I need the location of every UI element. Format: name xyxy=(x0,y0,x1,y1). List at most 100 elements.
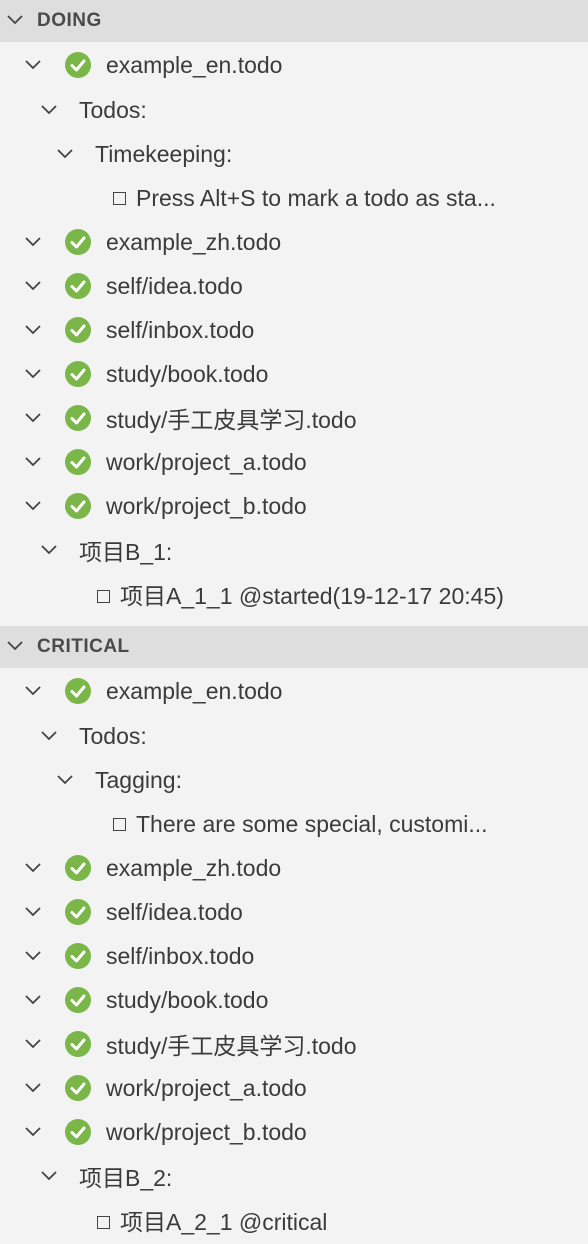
tree-item-file[interactable]: work/project_a.todo xyxy=(0,440,588,484)
check-circle-icon xyxy=(64,1030,92,1058)
check-circle-icon xyxy=(64,942,92,970)
tree-item-file[interactable]: work/project_b.todo xyxy=(0,484,588,528)
chevron-down-icon[interactable] xyxy=(24,367,42,381)
check-circle-icon xyxy=(64,854,92,882)
chevron-down-icon[interactable] xyxy=(24,949,42,963)
chevron-down-icon[interactable] xyxy=(40,543,58,557)
chevron-down-icon[interactable] xyxy=(56,147,74,161)
tree-item-todo[interactable]: 项目A_1_1 @started(19-12-17 20:45) xyxy=(0,572,588,616)
tree-item-project[interactable]: Todos: xyxy=(0,714,588,758)
tree-item-file[interactable]: example_zh.todo xyxy=(0,846,588,890)
chevron-down-icon[interactable] xyxy=(24,235,42,249)
check-circle-icon xyxy=(64,228,92,256)
todo-text: 项目A_2_1 @critical xyxy=(120,1209,328,1235)
file-name: study/book.todo xyxy=(106,360,269,387)
tree-item-subproject[interactable]: Tagging: xyxy=(0,758,588,802)
tree-item-todo[interactable]: 项目A_2_1 @critical xyxy=(0,1198,588,1242)
project-label: 项目B_2: xyxy=(79,1165,173,1191)
checkbox-icon xyxy=(97,590,110,603)
check-circle-icon xyxy=(64,492,92,520)
tree-item-file[interactable]: self/idea.todo xyxy=(0,264,588,308)
tree-item-file[interactable]: work/project_b.todo xyxy=(0,1110,588,1154)
tree-item-file[interactable]: self/inbox.todo xyxy=(0,934,588,978)
check-circle-icon xyxy=(64,51,92,79)
tree-critical: example_en.todo Todos: Tagging: There ar… xyxy=(0,668,588,1242)
chevron-down-icon[interactable] xyxy=(24,1037,42,1051)
tree-doing: example_en.todo Todos: Timekeeping: Pres… xyxy=(0,42,588,616)
file-name: work/project_a.todo xyxy=(106,448,307,475)
tree-item-file[interactable]: self/idea.todo xyxy=(0,890,588,934)
chevron-down-icon[interactable] xyxy=(24,861,42,875)
chevron-down-icon[interactable] xyxy=(56,773,74,787)
chevron-down-icon[interactable] xyxy=(40,103,58,117)
file-name: self/inbox.todo xyxy=(106,942,255,969)
tree-item-subproject[interactable]: Timekeeping: xyxy=(0,132,588,176)
todo-item: 项目A_1_1 @started(19-12-17 20:45) xyxy=(97,577,577,611)
chevron-down-icon[interactable] xyxy=(24,993,42,1007)
check-circle-icon xyxy=(64,1118,92,1146)
chevron-down-icon[interactable] xyxy=(24,1081,42,1095)
file-name: work/project_b.todo xyxy=(106,492,307,519)
subproject-label: Timekeeping: xyxy=(95,140,233,167)
tree-item-project[interactable]: 项目B_1: xyxy=(0,528,588,572)
file-name: example_zh.todo xyxy=(106,854,282,881)
file-name: study/手工皮具学习.todo xyxy=(106,1033,357,1059)
todo-text: 项目A_1_1 @started(19-12-17 20:45) xyxy=(120,583,504,609)
tree-item-file[interactable]: work/project_a.todo xyxy=(0,1066,588,1110)
file-name: work/project_a.todo xyxy=(106,1074,307,1101)
chevron-down-icon[interactable] xyxy=(24,455,42,469)
chevron-down-icon[interactable] xyxy=(24,905,42,919)
project-label: 项目B_1: xyxy=(79,539,173,565)
tree-item-todo[interactable]: There are some special, customi... xyxy=(0,802,588,846)
chevron-down-icon[interactable] xyxy=(40,1169,58,1183)
tree-item-file[interactable]: study/book.todo xyxy=(0,352,588,396)
checkbox-icon xyxy=(97,1216,110,1229)
file-name: example_en.todo xyxy=(106,677,283,704)
checkbox-icon xyxy=(113,817,126,831)
tree-item-file[interactable]: study/手工皮具学习.todo xyxy=(0,396,588,440)
checkbox-icon xyxy=(113,191,126,205)
tree-item-file[interactable]: self/inbox.todo xyxy=(0,308,588,352)
tree-item-project[interactable]: Todos: xyxy=(0,88,588,132)
tree-item-todo[interactable]: Press Alt+S to mark a todo as sta... xyxy=(0,176,588,220)
tree-item-file[interactable]: study/手工皮具学习.todo xyxy=(0,1022,588,1066)
file-name: example_zh.todo xyxy=(106,228,282,255)
check-circle-icon xyxy=(64,448,92,476)
subproject-label: Tagging: xyxy=(95,766,182,793)
file-name: self/inbox.todo xyxy=(106,316,255,343)
check-circle-icon xyxy=(64,986,92,1014)
tree-item-file[interactable]: example_zh.todo xyxy=(0,220,588,264)
file-name: self/idea.todo xyxy=(106,272,243,299)
section-doing: DOING example_en.todo Todos: Timekeeping… xyxy=(0,0,588,616)
chevron-down-icon[interactable] xyxy=(24,684,42,698)
check-circle-icon xyxy=(64,1074,92,1102)
check-circle-icon xyxy=(64,272,92,300)
chevron-down-icon[interactable] xyxy=(24,499,42,513)
tree-item-file[interactable]: example_en.todo xyxy=(0,668,588,714)
chevron-down-icon[interactable] xyxy=(24,58,42,72)
chevron-down-icon[interactable] xyxy=(24,411,42,425)
section-header-critical[interactable]: CRITICAL xyxy=(0,626,588,668)
check-circle-icon xyxy=(64,360,92,388)
chevron-down-icon[interactable] xyxy=(24,1125,42,1139)
tree-item-project[interactable]: 项目B_2: xyxy=(0,1154,588,1198)
chevron-down-icon[interactable] xyxy=(40,729,58,743)
section-header-doing[interactable]: DOING xyxy=(0,0,588,42)
file-name: work/project_b.todo xyxy=(106,1118,307,1145)
project-label: Todos: xyxy=(79,722,147,749)
check-circle-icon xyxy=(64,404,92,432)
file-name: self/idea.todo xyxy=(106,898,243,925)
check-circle-icon xyxy=(64,677,92,705)
todo-item: Press Alt+S to mark a todo as sta... xyxy=(113,185,563,212)
section-title: DOING xyxy=(37,10,102,31)
chevron-down-icon[interactable] xyxy=(24,323,42,337)
chevron-down-icon[interactable] xyxy=(6,13,24,27)
chevron-down-icon[interactable] xyxy=(6,639,24,653)
check-circle-icon xyxy=(64,316,92,344)
chevron-down-icon[interactable] xyxy=(24,279,42,293)
todo-text: Press Alt+S to mark a todo as sta... xyxy=(136,184,496,211)
check-circle-icon xyxy=(64,898,92,926)
tree-item-file[interactable]: example_en.todo xyxy=(0,42,588,88)
todo-item: 项目A_2_1 @critical xyxy=(97,1203,577,1237)
tree-item-file[interactable]: study/book.todo xyxy=(0,978,588,1022)
